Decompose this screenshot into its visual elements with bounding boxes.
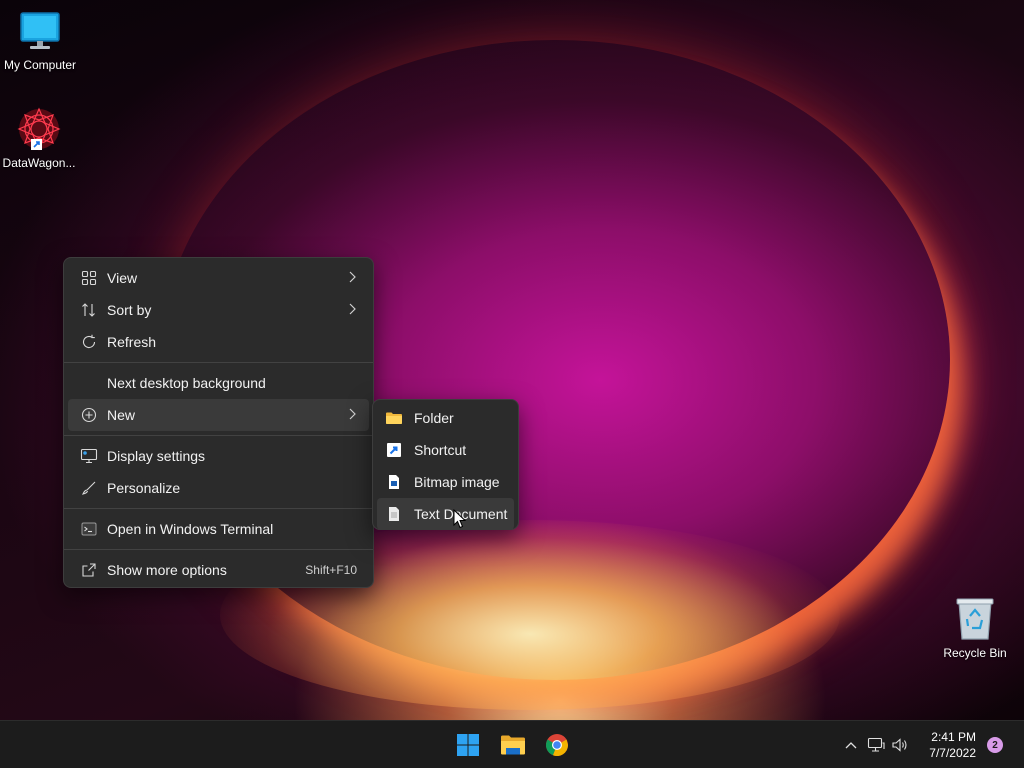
bitmap-icon xyxy=(383,471,405,493)
submenu-item-label: Shortcut xyxy=(414,442,467,458)
menu-item-label: Refresh xyxy=(107,334,157,350)
menu-item-label: Sort by xyxy=(107,302,152,318)
taskbar-clock[interactable]: 2:41 PM 7/7/2022 xyxy=(916,729,976,761)
clock-date: 7/7/2022 xyxy=(929,746,976,760)
chevron-right-icon xyxy=(347,302,357,319)
refresh-icon xyxy=(78,331,100,353)
menu-item-label: New xyxy=(107,407,136,423)
brush-icon xyxy=(78,477,100,499)
submenu-item-folder[interactable]: Folder xyxy=(377,402,514,434)
taskbar-chrome-button[interactable] xyxy=(539,727,575,763)
taskbar-file-explorer-button[interactable] xyxy=(495,727,531,763)
desktop-icon-label: DataWagon... xyxy=(2,156,76,170)
desktop-icon-recycle-bin[interactable]: Recycle Bin xyxy=(935,596,1015,660)
submenu-item-label: Bitmap image xyxy=(414,474,500,490)
desktop-icon-datawagon[interactable]: DataWagon... xyxy=(0,106,79,170)
file-explorer-icon xyxy=(501,735,525,755)
volume-icon[interactable] xyxy=(888,737,912,753)
grid-icon xyxy=(78,267,100,289)
menu-item-next-desktop-background[interactable]: Next desktop background xyxy=(68,367,369,399)
show-hidden-icons-chevron-icon[interactable] xyxy=(838,741,864,749)
plus-circle-icon xyxy=(78,404,100,426)
folder-icon xyxy=(383,407,405,429)
menu-item-refresh[interactable]: Refresh xyxy=(68,326,369,358)
notification-badge[interactable]: 2 xyxy=(987,737,1003,753)
menu-separator xyxy=(64,362,373,363)
taskbar-start-button[interactable] xyxy=(450,727,486,763)
submenu-item-text-document[interactable]: Text Document xyxy=(377,498,514,530)
submenu-item-shortcut[interactable]: Shortcut xyxy=(377,434,514,466)
menu-item-personalize[interactable]: Personalize xyxy=(68,472,369,504)
recycle-bin-icon xyxy=(956,598,994,640)
menu-item-label: Show more options xyxy=(107,562,227,578)
menu-separator xyxy=(64,435,373,436)
menu-separator xyxy=(64,549,373,550)
menu-item-label: Display settings xyxy=(107,448,206,464)
submenu-item-label: Folder xyxy=(414,410,454,426)
menu-item-shortcut: Shift+F10 xyxy=(305,563,357,577)
menu-item-label: Personalize xyxy=(107,480,181,496)
menu-item-new[interactable]: New xyxy=(68,399,369,431)
network-icon[interactable] xyxy=(864,737,888,753)
menu-item-label: Open in Windows Terminal xyxy=(107,521,274,537)
taskbar: 2:41 PM 7/7/2022 2 xyxy=(0,720,1024,768)
clock-time: 2:41 PM xyxy=(931,730,976,744)
submenu-item-bitmap-image[interactable]: Bitmap image xyxy=(377,466,514,498)
context-menu: View Sort by Refresh Next desktop backgr… xyxy=(63,257,374,588)
display-icon xyxy=(78,445,100,467)
mouse-cursor-icon xyxy=(453,509,467,529)
menu-item-display-settings[interactable]: Display settings xyxy=(68,440,369,472)
menu-item-label: View xyxy=(107,270,138,286)
terminal-icon xyxy=(78,518,100,540)
chevron-right-icon xyxy=(347,270,357,287)
menu-item-sort-by[interactable]: Sort by xyxy=(68,294,369,326)
shortcut-icon xyxy=(383,439,405,461)
desktop-icon-label: Recycle Bin xyxy=(943,646,1007,660)
menu-item-view[interactable]: View xyxy=(68,262,369,294)
submenu-new: Folder Shortcut Bitmap image Text Docume… xyxy=(372,399,519,530)
desktop-icon-my-computer[interactable]: My Computer xyxy=(0,10,80,72)
windows-start-icon xyxy=(457,734,479,756)
menu-separator xyxy=(64,508,373,509)
datawagon-app-icon xyxy=(17,107,61,151)
system-tray xyxy=(838,721,912,769)
chrome-icon xyxy=(545,734,569,757)
chevron-right-icon xyxy=(347,407,357,424)
text-document-icon xyxy=(383,503,405,525)
menu-item-label: Next desktop background xyxy=(107,375,266,391)
sort-icon xyxy=(78,299,100,321)
menu-item-open-terminal[interactable]: Open in Windows Terminal xyxy=(68,513,369,545)
monitor-icon xyxy=(20,12,60,49)
menu-item-show-more-options[interactable]: Show more options Shift+F10 xyxy=(68,554,369,586)
share-icon xyxy=(78,559,100,581)
desktop-icon-label: My Computer xyxy=(3,58,77,72)
